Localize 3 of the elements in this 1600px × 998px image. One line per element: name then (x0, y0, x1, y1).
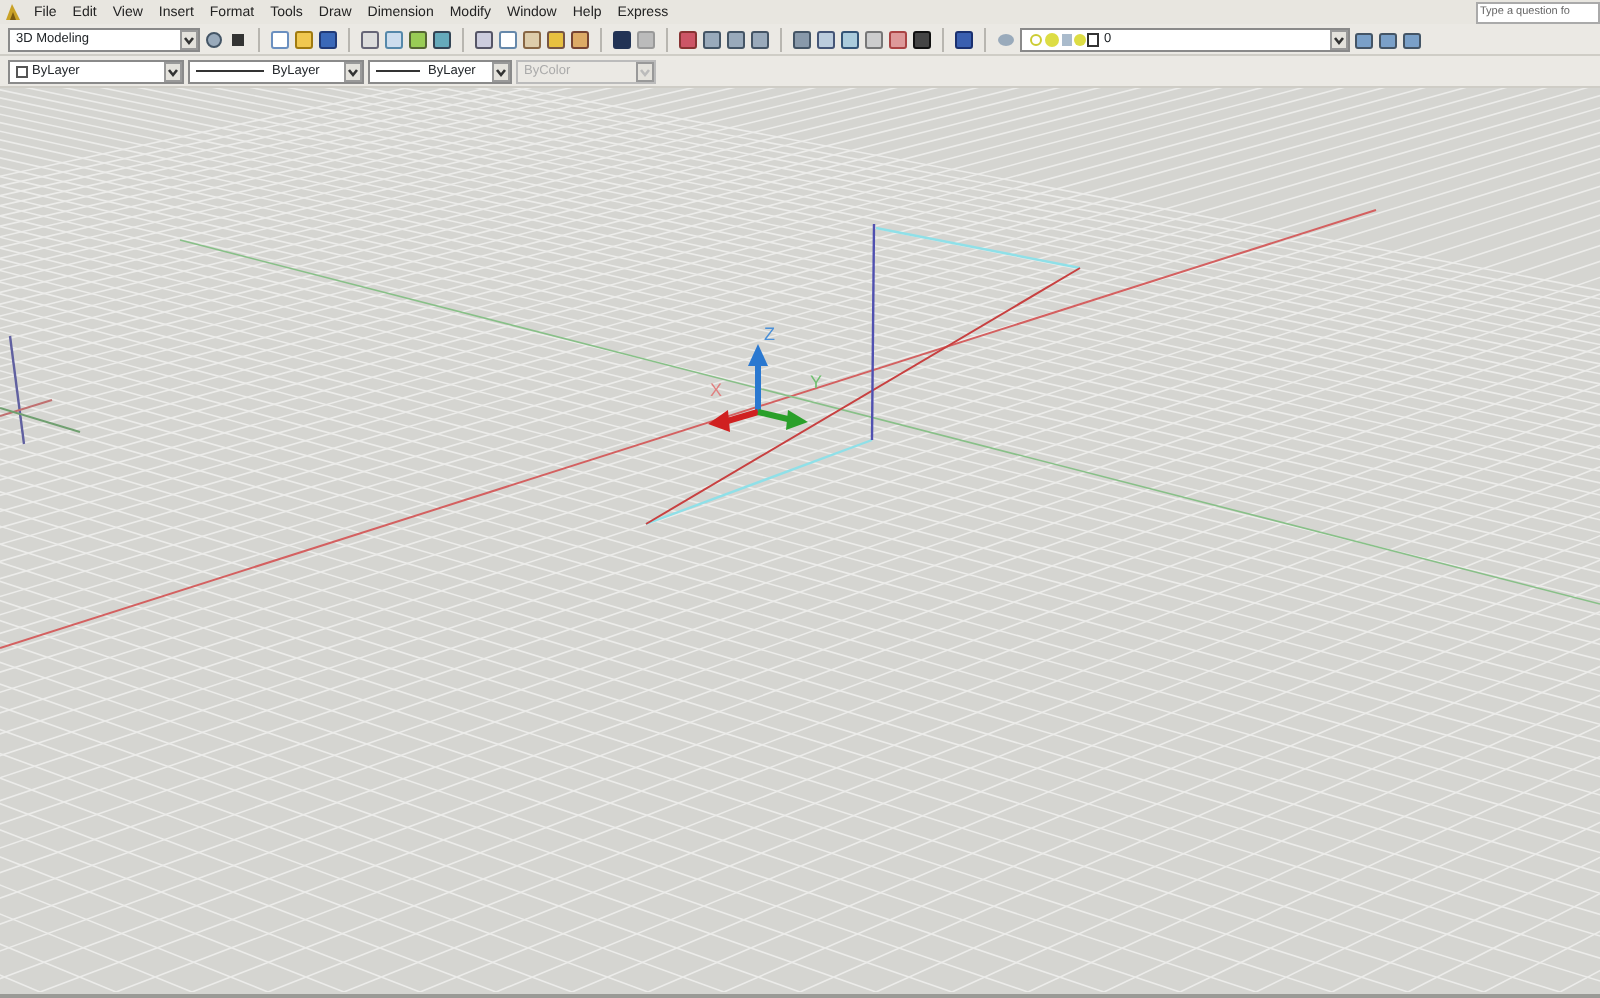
axis-label: Y (810, 372, 823, 392)
axis-label: Z (764, 324, 775, 344)
axis-label: X (710, 380, 723, 400)
